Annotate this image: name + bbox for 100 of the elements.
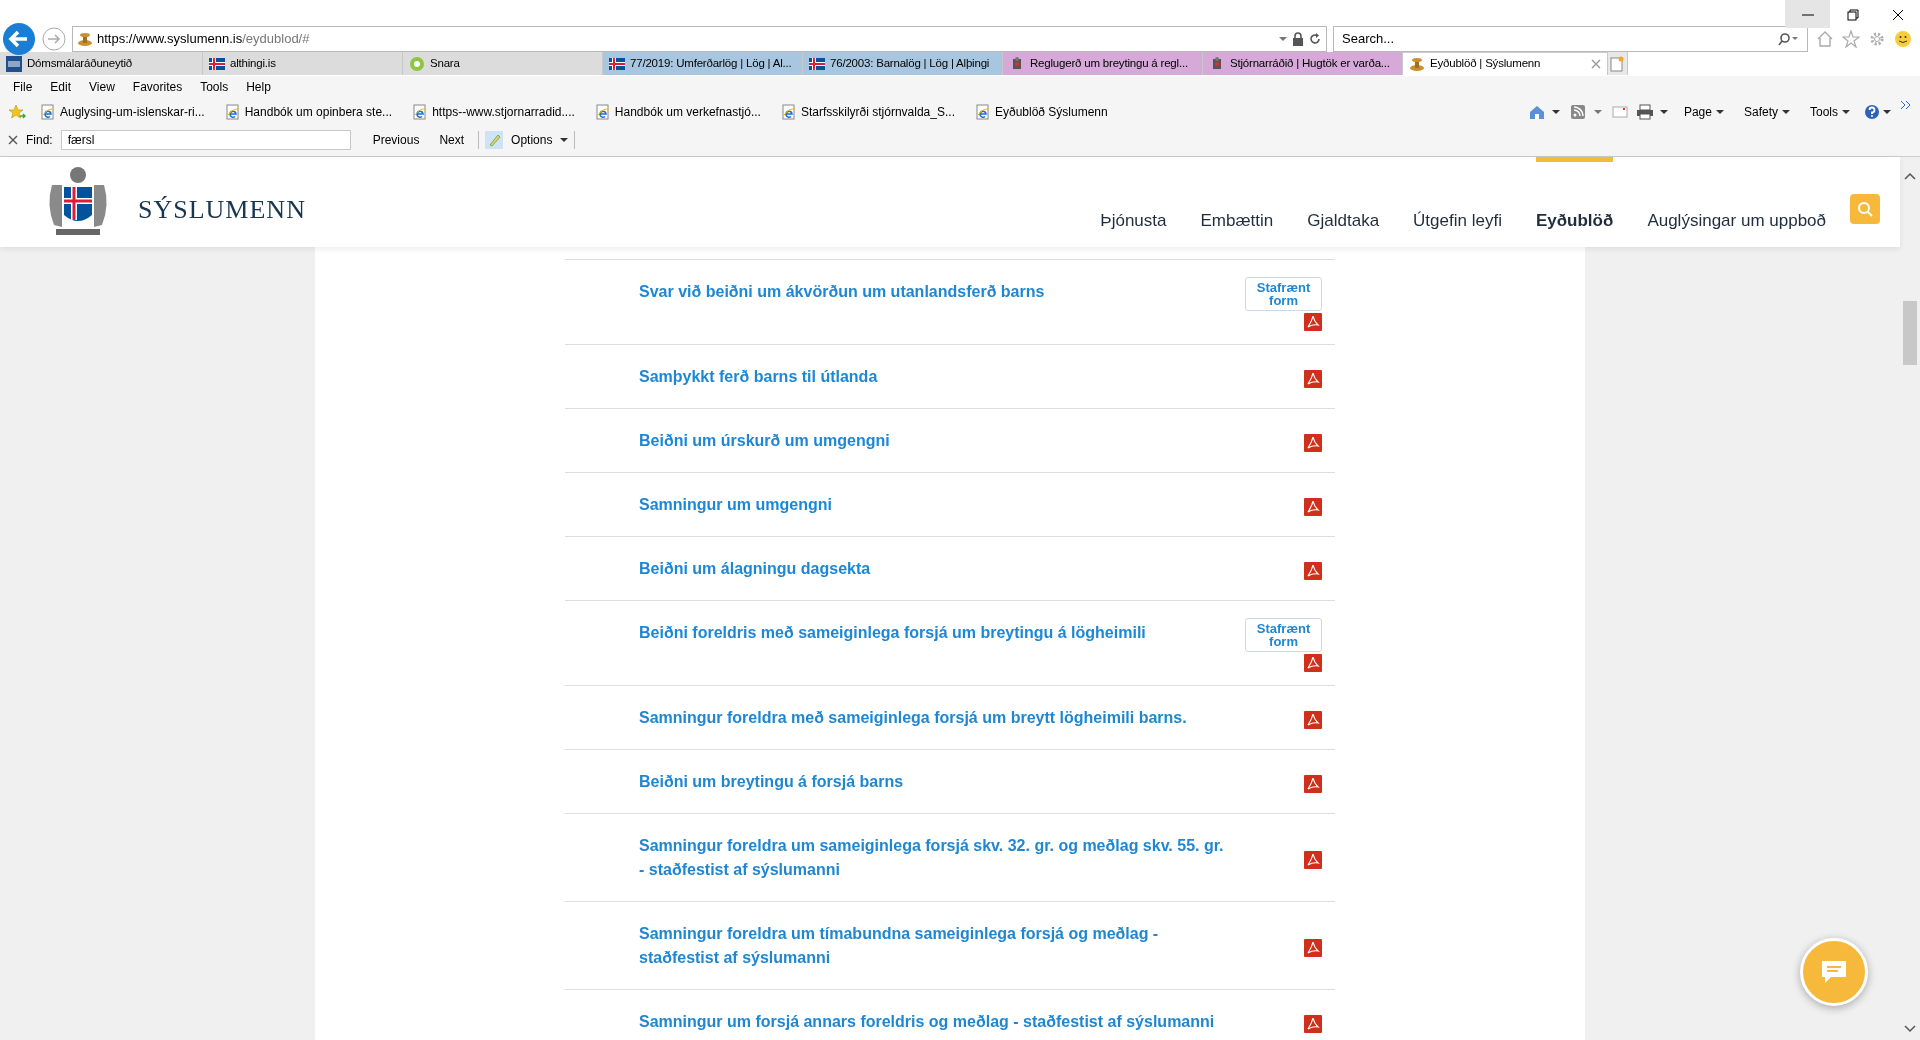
browser-tab[interactable]: Reglugerð um breytingu á regl... [1003, 52, 1203, 75]
new-tab-icon [1610, 55, 1624, 72]
form-link[interactable]: Beiðni um breytingu á forsjá barns [639, 767, 1224, 794]
pdf-icon[interactable] [1304, 561, 1322, 580]
refresh-icon[interactable] [1308, 32, 1322, 46]
menu-item[interactable]: Help [237, 78, 280, 96]
caret-icon [560, 136, 569, 143]
scroll-up-icon[interactable] [1903, 171, 1917, 181]
search-field[interactable]: Search... [1333, 26, 1808, 52]
browser-tab[interactable]: althingi.is [203, 52, 403, 75]
flag-icon [809, 55, 825, 72]
menu-item[interactable]: Edit [41, 78, 81, 96]
pdf-icon[interactable] [1304, 938, 1322, 957]
url-text: https://www.syslumenn.is/eydublod/# [97, 30, 310, 49]
form-link[interactable]: Beiðni foreldris með sameiginlega forsjá um breytingu á lögheimili [639, 618, 1224, 666]
page-icon [412, 104, 429, 120]
site-icon [77, 31, 93, 47]
tab-icon [409, 55, 425, 72]
scrollbar-thumb[interactable] [1903, 301, 1917, 365]
command-menu[interactable]: Tools [1804, 103, 1856, 121]
favorite-link[interactable]: Handbók um opinbera ste... [218, 103, 399, 121]
nav-link[interactable]: Útgefin leyfi [1413, 157, 1502, 247]
form-link[interactable]: Beiðni um úrskurð um umgengni [639, 426, 1224, 453]
page-icon [224, 104, 241, 120]
minimize-icon [1801, 13, 1814, 16]
back-button[interactable] [2, 22, 36, 56]
pdf-icon[interactable] [1304, 850, 1322, 869]
nav-link[interactable]: Þjónusta [1100, 157, 1167, 247]
pdf-icon[interactable] [1304, 710, 1322, 729]
menu-item[interactable]: File [4, 78, 42, 96]
site-logo-text[interactable]: SÝSLUMENN [138, 175, 306, 229]
form-link[interactable]: Samningur um forsjá annars foreldris og meðlag - staðfestist af sýslumanni [639, 1007, 1224, 1034]
browser-tab[interactable]: 77/2019: Umferðarlög | Lög | Al... [603, 52, 803, 75]
pdf-icon[interactable] [1304, 313, 1322, 331]
smiley-icon[interactable] [1894, 30, 1912, 48]
find-field[interactable]: færsl [60, 129, 351, 150]
home-menu-icon[interactable] [1527, 104, 1562, 120]
nav-link[interactable]: Gjaldtaka [1307, 157, 1380, 247]
scroll-down-icon[interactable] [1903, 1024, 1917, 1034]
flag-icon [609, 55, 625, 72]
form-link[interactable]: Samningur foreldra um sameiginlega forsjá skv. 32. gr. og meðlag skv. 55. gr. - staðfestist af sýslumanni [639, 831, 1224, 882]
close-icon [1891, 8, 1904, 21]
search-icon [1857, 201, 1873, 217]
scrollbar[interactable] [1900, 157, 1920, 1040]
form-link[interactable]: Beiðni um álagningu dagsekta [639, 554, 1224, 581]
highlighter-icon [485, 130, 504, 149]
form-link[interactable]: Samþykkt ferð barns til útlanda [639, 362, 1224, 389]
pdf-icon[interactable] [1304, 654, 1322, 672]
flag-icon [209, 55, 225, 72]
feed-icon[interactable] [1569, 104, 1604, 120]
digital-form-button[interactable]: Stafrænt form [1245, 277, 1322, 311]
form-link[interactable]: Samningur foreldra um tímabundna sameiginlega forsjá og meðlag - staðfestist af sýslumanni [639, 919, 1224, 970]
nav-link[interactable]: Embættin [1200, 157, 1274, 247]
caret-icon [1782, 109, 1790, 115]
browser-tab[interactable]: Dómsmálaráðuneytið [0, 52, 203, 75]
help-icon[interactable] [1864, 104, 1892, 120]
favorite-link[interactable]: https--www.stjornarradid.... [406, 103, 581, 121]
next-button[interactable]: Next [433, 130, 471, 149]
menu-item[interactable]: Tools [191, 78, 238, 96]
command-menu[interactable]: Safety [1737, 103, 1796, 121]
options-button[interactable]: Options [478, 130, 576, 149]
browser-tab[interactable]: 76/2003: Barnalög | Lög | Alþingi [803, 52, 1003, 75]
page-icon [780, 104, 797, 120]
pdf-icon[interactable] [1304, 369, 1322, 388]
print-icon[interactable] [1635, 104, 1670, 120]
pdf-icon[interactable] [1304, 1014, 1322, 1033]
previous-button[interactable]: Previous [366, 130, 426, 149]
close-find-icon[interactable] [8, 134, 18, 145]
favorites-star-icon[interactable] [8, 104, 26, 120]
pdf-icon[interactable] [1304, 497, 1322, 516]
form-link[interactable]: Samningur um umgengni [639, 490, 1224, 517]
nav-link[interactable]: Auglýsingar um uppboð [1647, 157, 1826, 247]
dropdown-icon[interactable] [1278, 35, 1288, 43]
star-icon[interactable] [1842, 30, 1860, 48]
menu-item[interactable]: View [80, 78, 124, 96]
browser-tab[interactable]: Eyðublöð | Sýslumenn [1403, 52, 1608, 75]
search-placeholder: Search... [1342, 30, 1395, 49]
find-label: Find: [26, 131, 53, 149]
form-link[interactable]: Samningur foreldra með sameiginlega forsjá um breytt lögheimili barns. [639, 703, 1224, 730]
chat-bubble-icon [1819, 958, 1849, 986]
pdf-icon[interactable] [1304, 774, 1322, 793]
pdf-icon[interactable] [1304, 433, 1322, 452]
search-icon[interactable] [1777, 32, 1799, 46]
menu-item[interactable]: Favorites [123, 78, 192, 96]
close-tab-icon[interactable] [1591, 59, 1601, 69]
digital-form-button[interactable]: Stafrænt form [1245, 618, 1322, 652]
tab-icon [6, 55, 22, 72]
site-icon [1409, 56, 1425, 72]
caret-icon [1715, 109, 1724, 115]
chevron-icon[interactable] [1900, 100, 1912, 110]
browser-tab[interactable]: Stjórnarráðið | Hugtök er varða... [1203, 52, 1403, 75]
favorite-link[interactable]: Handbók um verkefnastjó... [588, 103, 767, 121]
favorite-link[interactable]: Eyðublöð Sýslumenn [969, 103, 1114, 121]
page-icon [594, 104, 611, 120]
address-bar[interactable]: https://www.syslumenn.is/eydublod/# [72, 26, 1327, 52]
favorite-link[interactable]: Starfsskilyrði stjórnvalda_S... [774, 103, 961, 121]
favorite-link[interactable]: Auglysing-um-islenskar-ri... [34, 103, 211, 121]
form-link[interactable]: Svar við beiðni um ákvörðun um utanlandsferð barns [639, 277, 1224, 325]
browser-tab[interactable]: Snara [403, 52, 603, 75]
command-menu[interactable]: Page [1677, 103, 1730, 121]
